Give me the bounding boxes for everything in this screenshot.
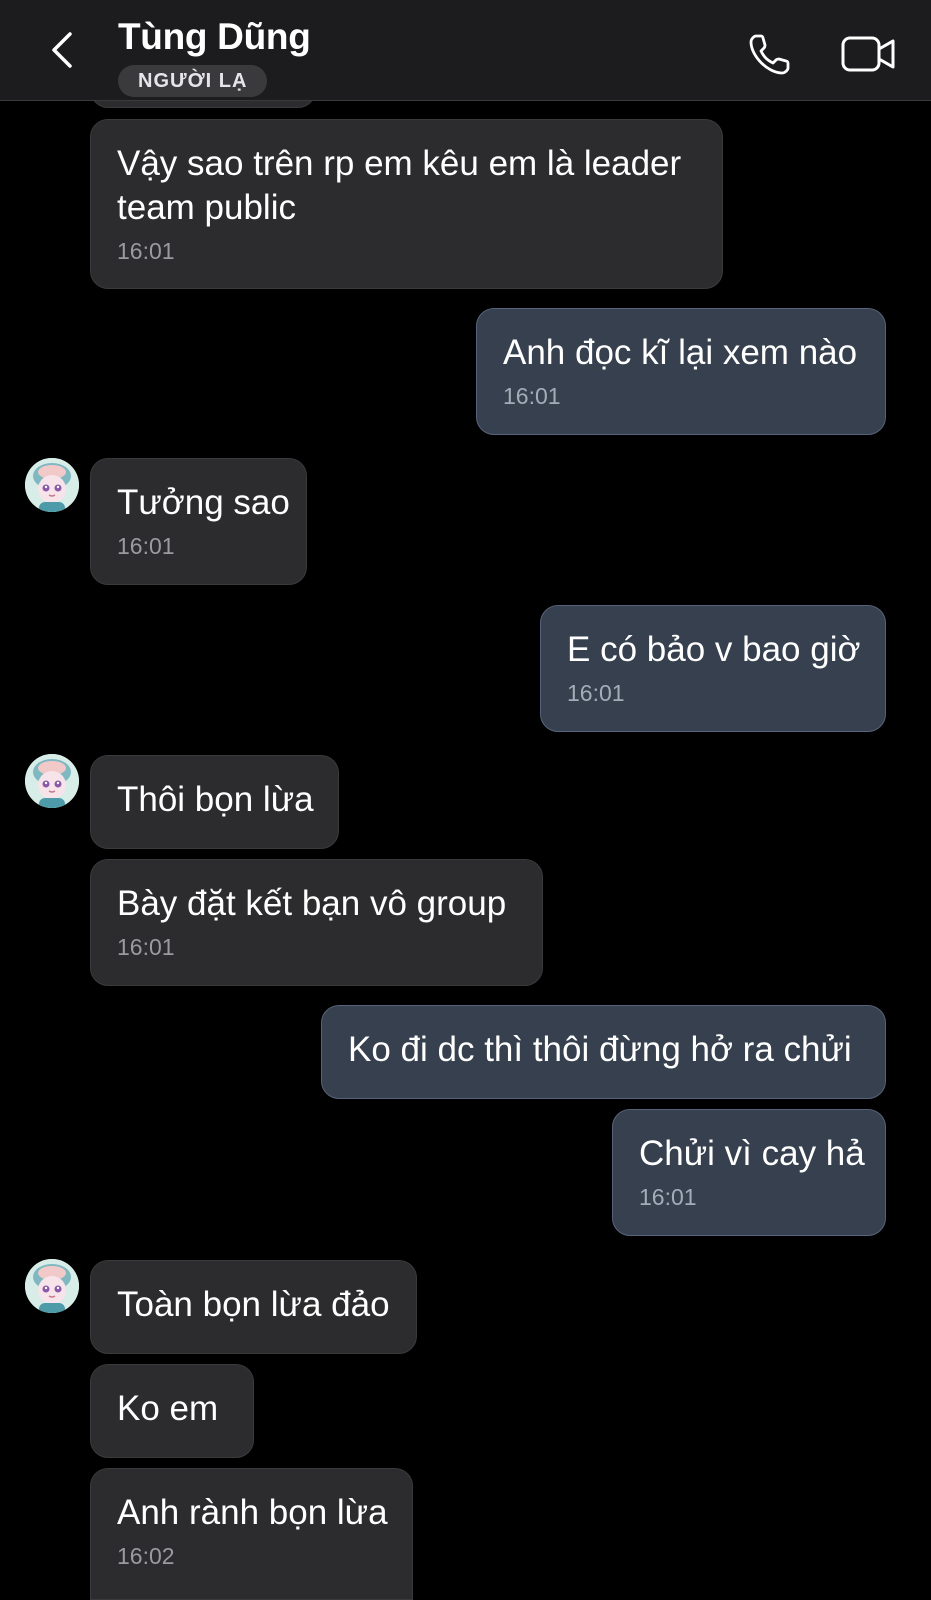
message-list[interactable]: Vậy sao trên rp em kêu em là leader team… [0, 0, 931, 1600]
back-button[interactable] [40, 30, 84, 74]
video-call-button[interactable] [840, 32, 898, 76]
contact-name[interactable]: Tùng Dũng [118, 16, 311, 58]
chevron-left-icon [48, 30, 76, 75]
contact-avatar[interactable] [25, 754, 79, 808]
message-bubble-outgoing[interactable]: E có bảo v bao giờ 16:01 [540, 605, 886, 732]
phone-icon [746, 34, 794, 82]
contact-avatar[interactable] [25, 1259, 79, 1313]
message-bubble-incoming[interactable]: Ko em [90, 1364, 254, 1458]
message-bubble-outgoing[interactable]: Ko đi dc thì thôi đừng hở ra chửi [321, 1005, 886, 1099]
message-timestamp: 16:01 [117, 934, 175, 960]
message-text: Chửi vì cay hả [639, 1134, 865, 1173]
message-bubble-incoming[interactable]: Thôi bọn lừa [90, 755, 339, 849]
stranger-badge: NGƯỜI LẠ [118, 65, 268, 97]
message-bubble-incoming[interactable]: Bày đặt kết bạn vô group 16:01 [90, 859, 543, 986]
message-bubble-outgoing[interactable]: Chửi vì cay hả 16:01 [612, 1109, 886, 1236]
message-text: Toàn bọn lừa đảo [117, 1285, 390, 1324]
chat-screen: Vậy sao trên rp em kêu em là leader team… [0, 0, 931, 1600]
message-timestamp: 16:01 [567, 680, 625, 706]
message-timestamp: 16:01 [639, 1184, 697, 1210]
message-timestamp: 16:01 [117, 533, 175, 559]
message-bubble-incoming[interactable]: Tưởng sao 16:01 [90, 458, 307, 585]
voice-call-button[interactable] [746, 30, 794, 78]
message-text: Tưởng sao [117, 483, 290, 522]
message-timestamp: 16:02 [117, 1543, 175, 1569]
message-text: Anh rành bọn lừa [117, 1493, 388, 1532]
message-bubble-outgoing[interactable]: Anh đọc kĩ lại xem nào 16:01 [476, 308, 886, 435]
message-text: Thôi bọn lừa [117, 780, 314, 819]
message-text: Bày đặt kết bạn vô group [117, 884, 507, 923]
message-text: Ko em [117, 1389, 219, 1428]
message-text: Vậy sao trên rp em kêu em là leader [117, 144, 682, 183]
message-bubble-incoming[interactable]: Toàn bọn lừa đảo [90, 1260, 417, 1354]
message-text: Anh đọc kĩ lại xem nào [503, 333, 858, 372]
message-timestamp: 16:01 [117, 238, 175, 264]
contact-avatar[interactable] [25, 458, 79, 512]
message-text: Ko đi dc thì thôi đừng hở ra chửi [348, 1030, 852, 1069]
message-text: E có bảo v bao giờ [567, 630, 861, 669]
message-bubble-incoming[interactable]: Vậy sao trên rp em kêu em là leader team… [90, 119, 723, 289]
message-timestamp: 16:01 [503, 383, 561, 409]
video-camera-icon [840, 36, 898, 80]
message-text: team public [117, 188, 296, 227]
message-bubble-incoming[interactable]: Anh rành bọn lừa 16:02 [90, 1468, 413, 1600]
chat-header: Tùng Dũng NGƯỜI LẠ [0, 0, 931, 101]
